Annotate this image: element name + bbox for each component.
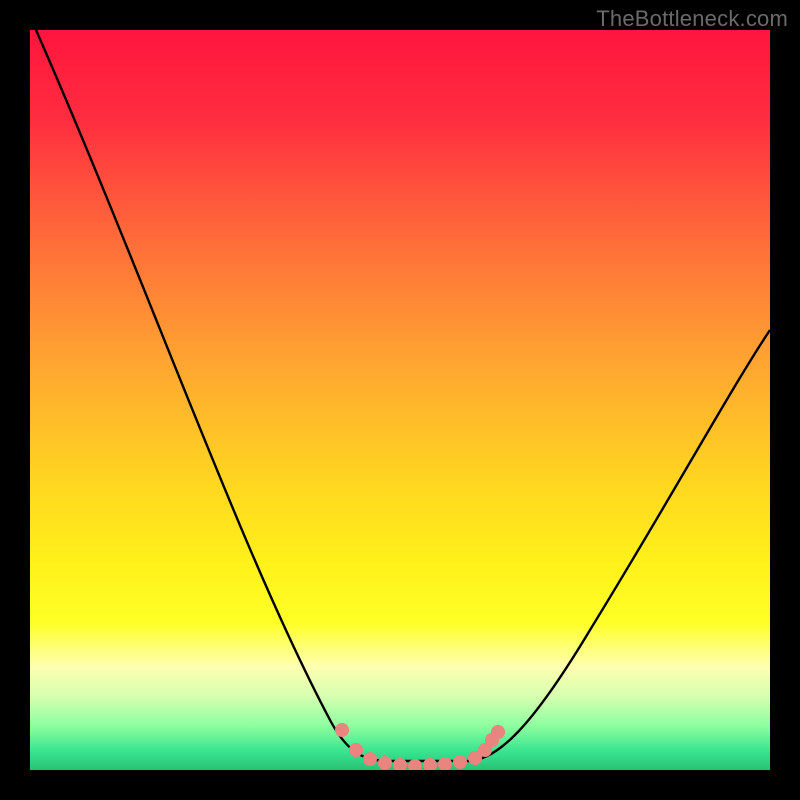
plot-area [30,30,770,770]
chart-frame: TheBottleneck.com [0,0,800,800]
marker-dot [335,723,349,737]
curve-left-branch [36,30,385,761]
marker-dot [491,725,505,739]
marker-dot [363,752,377,766]
marker-dot [438,757,452,770]
optimal-range-markers [335,723,505,770]
watermark-text: TheBottleneck.com [596,6,788,32]
marker-dot [453,755,467,769]
bottleneck-curve [30,30,770,770]
curve-right-branch [470,330,770,761]
marker-dot [378,756,392,770]
marker-dot [349,743,363,757]
